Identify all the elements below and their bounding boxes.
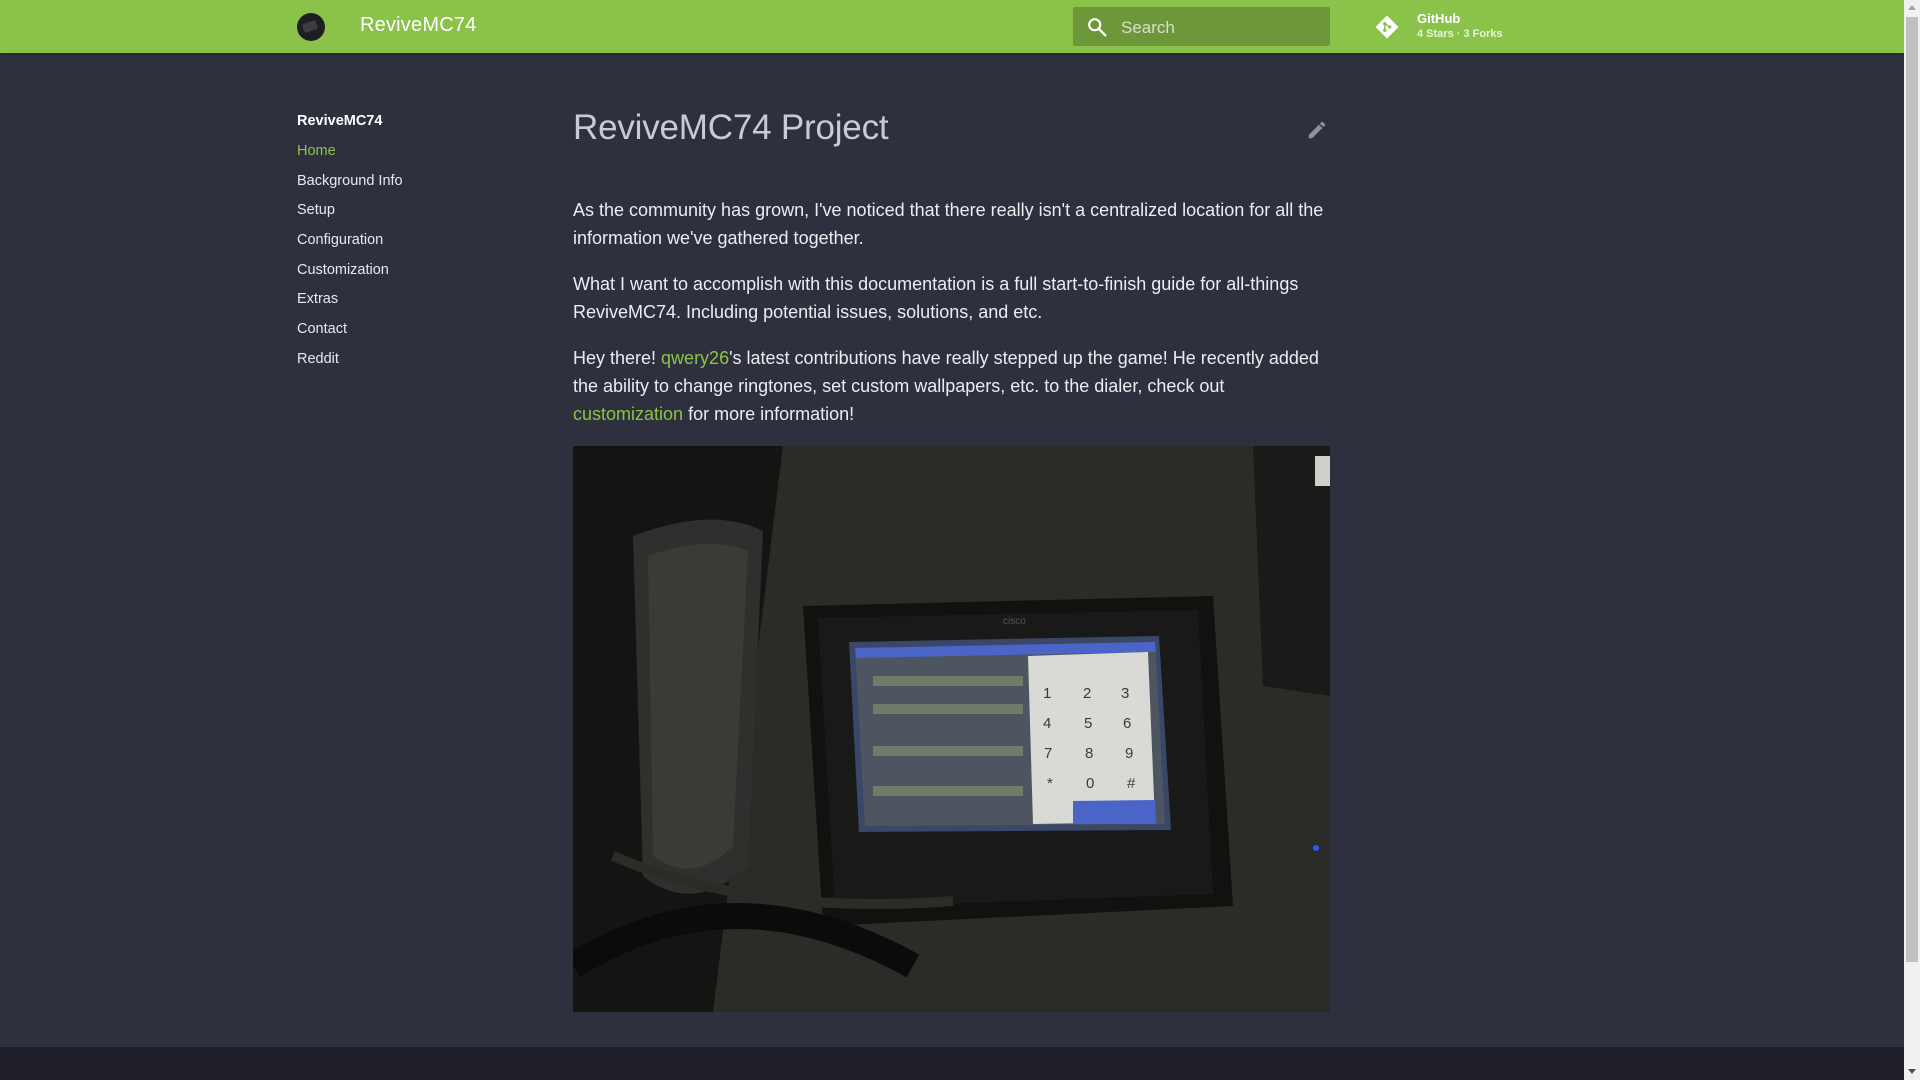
scroll-up-arrow-icon[interactable] (1908, 5, 1916, 10)
nav-item-configuration[interactable]: Configuration (297, 230, 403, 260)
intro-paragraph: As the community has grown, I've noticed… (573, 200, 1324, 248)
phone-brand-logo: cisco (1003, 616, 1026, 627)
keypad-key: 8 (1085, 745, 1093, 762)
nav-item-extras[interactable]: Extras (297, 289, 403, 319)
keypad-key: 5 (1084, 715, 1092, 732)
nav-item-customization[interactable]: Customization (297, 260, 403, 290)
search-icon (1088, 18, 1107, 37)
site-logo[interactable] (297, 13, 325, 41)
site-title[interactable]: ReviveMC74 (360, 14, 476, 37)
update-text-start: Hey there! (573, 348, 662, 368)
search-input[interactable]: Search (1121, 18, 1175, 38)
page-title: ReviveMC74 Project (573, 108, 889, 147)
git-repo-icon[interactable] (1374, 14, 1400, 40)
keypad-key: 2 (1083, 685, 1091, 702)
keypad-key: 0 (1086, 775, 1094, 792)
scrollbar-thumb[interactable] (1906, 17, 1918, 962)
nav-item-setup[interactable]: Setup (297, 200, 403, 230)
search-box[interactable]: Search (1073, 7, 1330, 46)
footer-bar (0, 1047, 1904, 1080)
nav-item-home[interactable]: Home (297, 141, 403, 171)
keypad-key: 4 (1043, 715, 1051, 732)
repo-facts[interactable]: 4 Stars · 3 Forks (1417, 28, 1503, 40)
nav-list: Home Background Info Setup Configuration… (297, 141, 403, 379)
keypad-key: 6 (1123, 715, 1131, 732)
keypad-key: # (1127, 775, 1136, 792)
edit-pencil-icon[interactable] (1306, 119, 1328, 141)
customization-link[interactable]: customization (573, 404, 683, 424)
keypad-key: 9 (1125, 745, 1133, 762)
qwery26-link[interactable]: qwery26 (661, 348, 729, 368)
article-content: As the community has grown, I've noticed… (573, 196, 1330, 446)
phone-photo-illustration: cisco 1 2 3 4 5 6 7 8 9 * 0 # (573, 446, 1330, 1012)
nav-item-contact[interactable]: Contact (297, 319, 403, 349)
repo-name[interactable]: GitHub (1417, 11, 1460, 26)
keypad-key: 7 (1044, 745, 1052, 762)
keypad-key: 1 (1043, 685, 1051, 702)
goal-paragraph: What I want to accomplish with this docu… (573, 274, 1299, 322)
nav-item-background-info[interactable]: Background Info (297, 171, 403, 201)
top-header: ReviveMC74 Search GitHub 4 Stars · 3 For… (0, 0, 1904, 53)
keypad-key: 3 (1121, 685, 1129, 702)
keypad-key: * (1047, 775, 1053, 792)
update-paragraph: Hey there! qwery26's latest contribution… (573, 344, 1330, 428)
phone-photo: cisco 1 2 3 4 5 6 7 8 9 * 0 # (573, 446, 1330, 1012)
update-text-end: for more information! (683, 404, 855, 424)
nav-item-reddit[interactable]: Reddit (297, 349, 403, 379)
scroll-down-arrow-icon[interactable] (1908, 1069, 1916, 1074)
nav-title: ReviveMC74 (297, 113, 383, 129)
